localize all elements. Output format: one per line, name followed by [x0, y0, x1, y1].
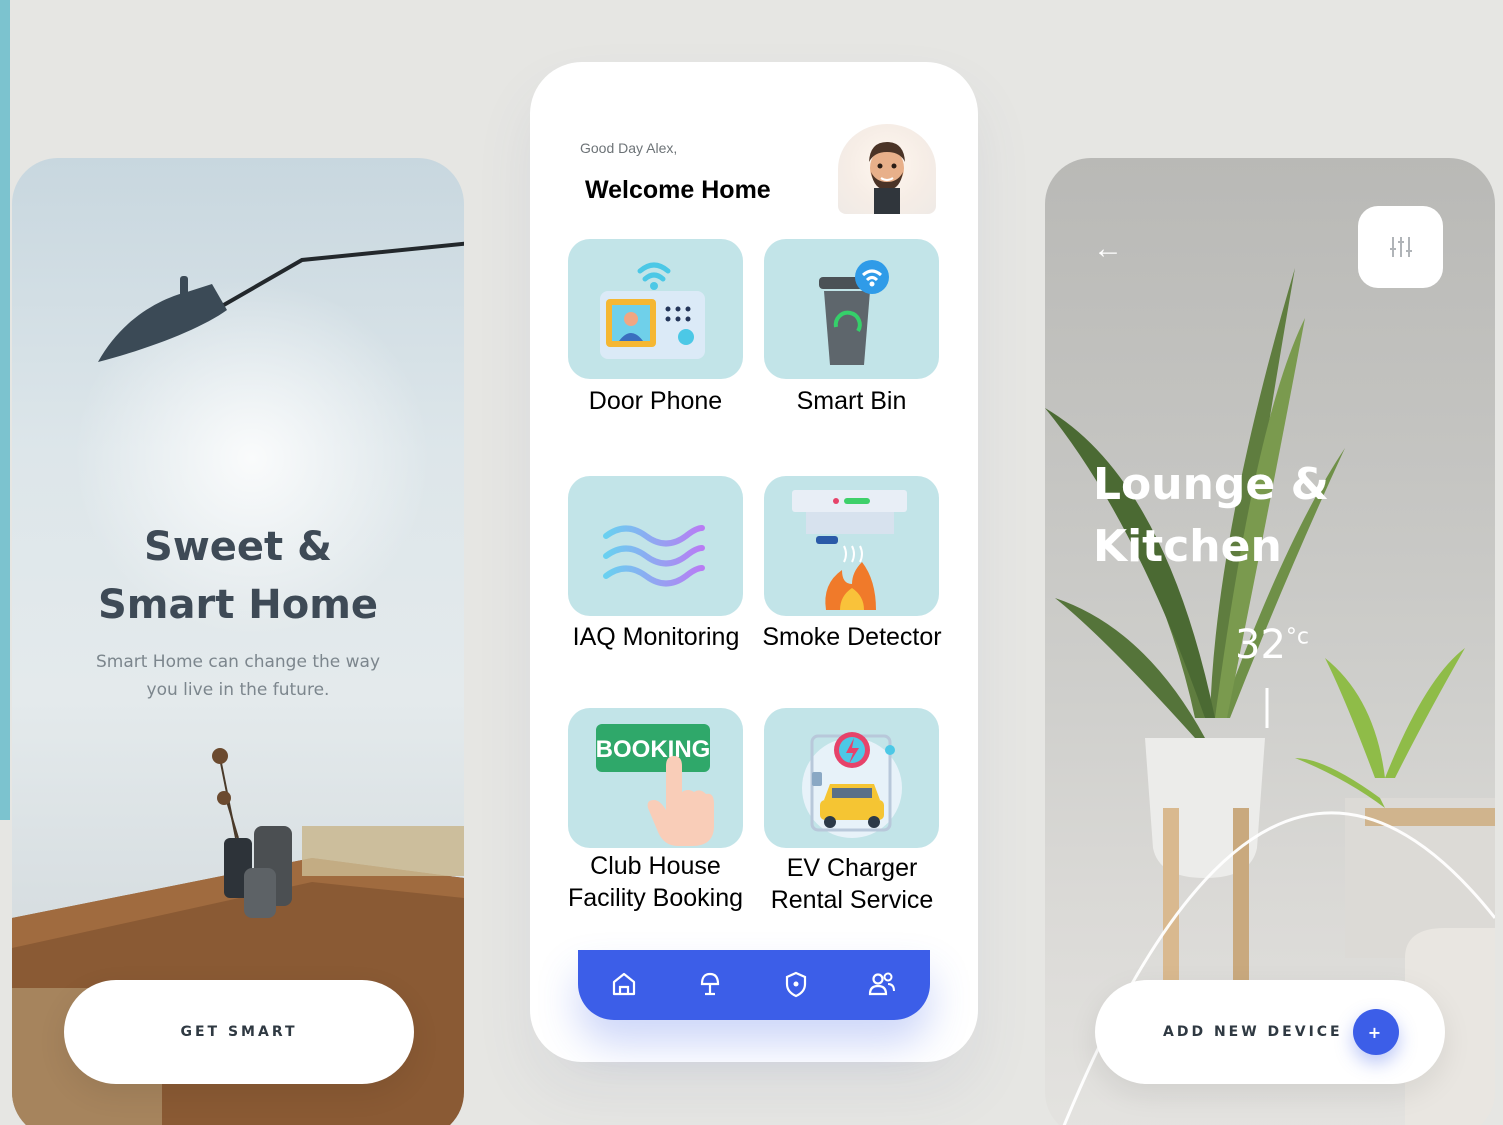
- tile-label-line: Club House: [590, 852, 721, 880]
- tile-label: Door Phone: [588, 387, 723, 415]
- memoji-avatar-icon: [869, 142, 905, 214]
- greeting-text: Good Day Alex,: [580, 140, 678, 156]
- filter-button[interactable]: [1358, 206, 1443, 288]
- room-title: Lounge & Kitchen: [1093, 454, 1329, 578]
- onboarding-screen: Sweet & Smart Home Smart Home can change…: [12, 158, 464, 1125]
- tile-label-line: Facility Booking: [567, 884, 744, 912]
- door-phone-tile[interactable]: [568, 239, 743, 379]
- tile-label: IAQ Monitoring: [572, 623, 740, 651]
- ev-charger-tile[interactable]: [764, 708, 939, 848]
- tile-label: Smoke Detector: [762, 623, 942, 651]
- onboarding-subtitle: Smart Home can change the way you live i…: [70, 648, 406, 704]
- tile-label: Club House Facility Booking: [548, 850, 763, 914]
- add-new-device-button[interactable]: ADD NEW DEVICE +: [1095, 980, 1445, 1084]
- users-icon[interactable]: [866, 968, 898, 1000]
- page-title: Welcome Home: [585, 176, 771, 204]
- temperature-readout: 32°c: [1235, 622, 1309, 668]
- tile-label: Smart Bin: [796, 387, 907, 415]
- back-arrow-icon[interactable]: ←: [1093, 232, 1123, 266]
- air-waves-icon: [603, 525, 705, 587]
- sliders-icon: [1389, 237, 1412, 257]
- club-house-booking-tile[interactable]: BOOKING: [568, 708, 743, 848]
- temperature-value: 32: [1235, 622, 1286, 668]
- tile-label-line: EV Charger: [786, 854, 918, 882]
- subtitle-line: you live in the future.: [146, 680, 330, 700]
- avatar[interactable]: [838, 124, 936, 214]
- room-title-line: Kitchen: [1093, 521, 1282, 572]
- tile-label-line: Rental Service: [770, 886, 934, 914]
- smoke-detector-tile[interactable]: [764, 476, 939, 616]
- room-detail-screen: ← Lounge & Kitchen 32°c ADD NEW DEVICE +: [1045, 158, 1495, 1125]
- temperature-unit: °c: [1285, 624, 1310, 650]
- smoke-detector-icon: [792, 490, 907, 610]
- plus-icon[interactable]: +: [1353, 1009, 1399, 1055]
- booking-badge-text: BOOKING: [596, 736, 711, 763]
- shield-icon[interactable]: [780, 968, 812, 1000]
- home-icon[interactable]: [608, 968, 640, 1000]
- door-phone-icon: [600, 262, 705, 359]
- title-line: Sweet &: [144, 524, 332, 570]
- subtitle-line: Smart Home can change the way: [95, 652, 381, 672]
- title-line: Smart Home: [97, 582, 379, 628]
- add-device-label: ADD NEW DEVICE: [1163, 1024, 1343, 1040]
- ev-charger-icon: [802, 732, 902, 838]
- booking-icon: BOOKING: [596, 724, 714, 846]
- iaq-monitoring-tile[interactable]: [568, 476, 743, 616]
- accent-strip: [0, 0, 10, 820]
- smart-bin-icon: [819, 260, 889, 365]
- home-dashboard-screen: Good Day Alex, Welcome Home Door Phone S…: [530, 62, 978, 1062]
- bottom-nav: [578, 950, 930, 1020]
- onboarding-title: Sweet & Smart Home: [12, 518, 464, 634]
- smart-bin-tile[interactable]: [764, 239, 939, 379]
- tile-label: EV Charger Rental Service: [752, 852, 952, 916]
- lamp-icon[interactable]: [694, 968, 726, 1000]
- get-smart-button[interactable]: GET SMART: [64, 980, 414, 1084]
- room-title-line: Lounge &: [1093, 459, 1329, 510]
